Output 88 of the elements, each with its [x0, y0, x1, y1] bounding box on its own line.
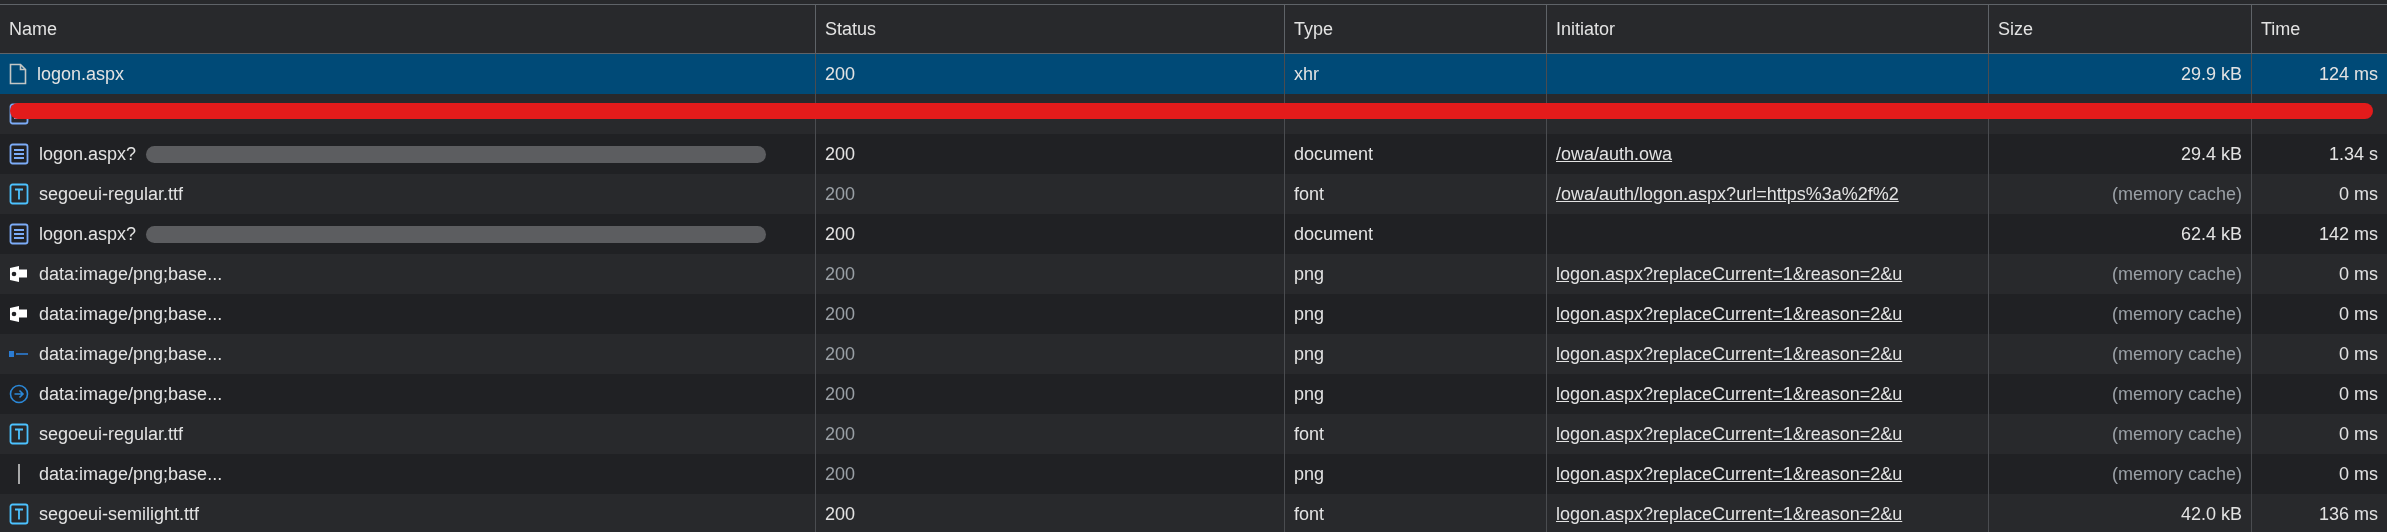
status-code: 200 [825, 223, 856, 245]
resource-type: xhr [1294, 63, 1319, 85]
resource-type: png [1294, 463, 1325, 485]
resource-type: font [1294, 183, 1325, 205]
arrow-circle-icon [9, 384, 29, 404]
request-row[interactable]: data:image/png;base... 200 png logon.aspx?replaceCurrent=1&reason=2&u (memory cache) 0 ms [0, 254, 2387, 294]
initiator-link[interactable]: logon.aspx?replaceCurrent=1&reason=2&u [1556, 503, 1903, 525]
resource-type: png [1294, 343, 1325, 365]
size-value: 29.9 kB [2180, 63, 2242, 85]
size-value: (memory cache) [2111, 463, 2242, 485]
column-header[interactable]: Status [815, 5, 1284, 53]
request-row[interactable] [0, 94, 2387, 134]
request-name: data:image/png;base... [39, 343, 223, 365]
size-value: (memory cache) [2111, 423, 2242, 445]
envelope-icon [9, 306, 29, 322]
size-value: 42.0 kB [2180, 503, 2242, 525]
time-value: 0 ms [2339, 183, 2378, 205]
column-header[interactable]: Size [1988, 5, 2251, 53]
request-name: logon.aspx [37, 63, 125, 85]
status-code: 200 [825, 423, 856, 445]
resource-type: font [1294, 423, 1325, 445]
request-name: logon.aspx? [39, 143, 137, 165]
status-code: 200 [825, 463, 856, 485]
status-code: 200 [825, 343, 856, 365]
font-icon [9, 423, 29, 445]
time-value: 0 ms [2339, 343, 2378, 365]
time-value: 142 ms [2318, 223, 2378, 245]
time-value: 0 ms [2339, 303, 2378, 325]
request-row[interactable]: logon.aspx 200 xhr 29.9 kB 124 ms [0, 54, 2387, 94]
resource-type: font [1294, 503, 1325, 525]
resource-type: document [1294, 143, 1374, 165]
resource-type: png [1294, 383, 1325, 405]
line-icon [18, 463, 20, 485]
time-value: 0 ms [2339, 263, 2378, 285]
column-header[interactable]: Name [0, 5, 815, 53]
status-code: 200 [825, 183, 856, 205]
initiator-link[interactable]: /owa/auth/logon.aspx?url=https%3a%2f%2 [1556, 183, 1899, 205]
time-value: 124 ms [2318, 63, 2378, 85]
envelope-icon [9, 266, 29, 282]
size-value: (memory cache) [2111, 303, 2242, 325]
initiator-link[interactable]: logon.aspx?replaceCurrent=1&reason=2&u [1556, 463, 1903, 485]
resource-type: png [1294, 263, 1325, 285]
time-value: 1.34 s [2328, 143, 2378, 165]
status-code: 200 [825, 263, 856, 285]
request-name: data:image/png;base... [39, 463, 223, 485]
request-name: data:image/png;base... [39, 303, 223, 325]
request-name: data:image/png;base... [39, 383, 223, 405]
status-code: 200 [825, 383, 856, 405]
size-value: 62.4 kB [2180, 223, 2242, 245]
initiator-link[interactable]: logon.aspx?replaceCurrent=1&reason=2&u [1556, 423, 1903, 445]
status-code: 200 [825, 63, 856, 85]
size-value: (memory cache) [2111, 383, 2242, 405]
size-value: (memory cache) [2111, 263, 2242, 285]
document-icon [9, 223, 29, 245]
initiator-link[interactable]: logon.aspx?replaceCurrent=1&reason=2&u [1556, 343, 1903, 365]
font-icon [9, 183, 29, 205]
request-name: logon.aspx? [39, 223, 137, 245]
size-value: 29.4 kB [2180, 143, 2242, 165]
status-code: 200 [825, 503, 856, 525]
initiator-link[interactable]: logon.aspx?replaceCurrent=1&reason=2&u [1556, 263, 1903, 285]
font-icon [9, 503, 29, 525]
initiator-link[interactable]: logon.aspx?replaceCurrent=1&reason=2&u [1556, 383, 1903, 405]
request-name: segoeui-semilight.ttf [39, 503, 200, 525]
time-value: 136 ms [2318, 503, 2378, 525]
column-header[interactable]: Time [2251, 5, 2387, 53]
banner-icon [9, 350, 29, 358]
resource-type: document [1294, 223, 1374, 245]
resource-type: png [1294, 303, 1325, 325]
initiator-link[interactable]: logon.aspx?replaceCurrent=1&reason=2&u [1556, 303, 1903, 325]
status-code: 200 [825, 303, 856, 325]
time-value: 0 ms [2339, 423, 2378, 445]
time-value: 0 ms [2339, 463, 2378, 485]
size-value: (memory cache) [2111, 183, 2242, 205]
status-code: 200 [825, 143, 856, 165]
file-icon [9, 63, 27, 85]
request-name: segoeui-regular.ttf [39, 423, 184, 445]
request-name: data:image/png;base... [39, 263, 223, 285]
request-row[interactable]: segoeui-regular.ttf 200 font /owa/auth/logon.aspx?url=https%3a%2f%2 (memory cache) 0 ms [0, 174, 2387, 214]
time-value: 0 ms [2339, 383, 2378, 405]
request-row[interactable]: segoeui-regular.ttf 200 font logon.aspx?replaceCurrent=1&reason=2&u (memory cache) 0 ms [0, 414, 2387, 454]
column-header[interactable]: Type [1284, 5, 1546, 53]
size-value: (memory cache) [2111, 343, 2242, 365]
request-row[interactable]: data:image/png;base... 200 png logon.aspx?replaceCurrent=1&reason=2&u (memory cache) 0 ms [0, 334, 2387, 374]
request-row[interactable]: segoeui-semilight.ttf 200 font logon.aspx?replaceCurrent=1&reason=2&u 42.0 kB 136 ms [0, 494, 2387, 532]
initiator-link[interactable]: /owa/auth.owa [1556, 143, 1673, 165]
column-header[interactable]: Initiator [1546, 5, 1988, 53]
document-icon [9, 143, 29, 165]
request-name: segoeui-regular.ttf [39, 183, 184, 205]
